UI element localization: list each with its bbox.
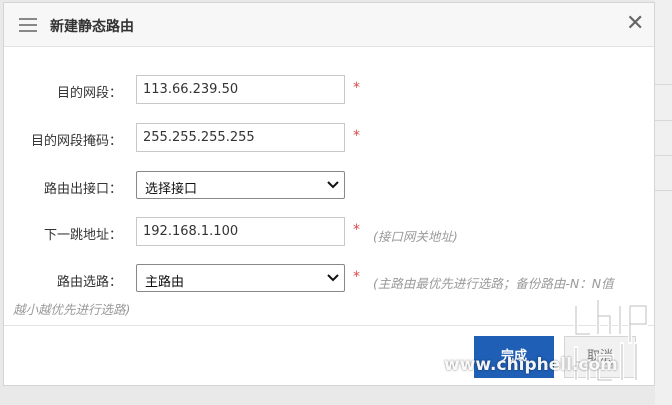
route-type-label: 路由选路： bbox=[56, 275, 122, 290]
dest-network-input[interactable] bbox=[136, 75, 345, 104]
dest-network-row: 目的网段： * bbox=[4, 75, 654, 107]
chevron-down-icon bbox=[327, 181, 339, 189]
out-interface-row: 路由出接口： 选择接口 bbox=[4, 171, 654, 203]
required-mark: * bbox=[353, 269, 360, 285]
route-type-select[interactable]: 主路由 bbox=[136, 264, 345, 292]
route-type-selected: 主路由 bbox=[145, 275, 185, 290]
background-divider bbox=[655, 84, 672, 85]
route-type-hint: (主路由最优先进行选路；备份路由-N：N值 bbox=[373, 276, 614, 291]
dest-mask-row: 目的网段掩码： * bbox=[4, 123, 654, 155]
dialog-header: 新建静态路由 ✕ bbox=[4, 3, 654, 47]
next-hop-hint: (接口网关地址) bbox=[373, 229, 458, 244]
menu-icon bbox=[19, 18, 37, 32]
dest-network-label: 目的网段： bbox=[56, 86, 122, 101]
dialog-title: 新建静态路由 bbox=[50, 19, 134, 35]
required-mark: * bbox=[353, 80, 360, 96]
background-divider bbox=[655, 155, 672, 156]
static-route-dialog: 新建静态路由 ✕ 目的网段： * 目的网段掩码： * 路由出接口： 选择接口 下… bbox=[3, 2, 655, 386]
background-divider bbox=[655, 190, 672, 191]
route-type-row: 路由选路： 主路由 * (主路由最优先进行选路；备份路由-N：N值 bbox=[4, 264, 654, 296]
dest-mask-label: 目的网段掩码： bbox=[30, 134, 122, 149]
out-interface-selected: 选择接口 bbox=[145, 182, 198, 197]
next-hop-row: 下一跳地址： * (接口网关地址) bbox=[4, 217, 654, 249]
next-hop-label: 下一跳地址： bbox=[43, 228, 122, 243]
background-divider bbox=[655, 120, 672, 121]
required-mark: * bbox=[353, 222, 360, 238]
required-mark: * bbox=[353, 128, 360, 144]
dest-mask-input[interactable] bbox=[136, 123, 345, 152]
close-icon[interactable]: ✕ bbox=[626, 13, 644, 35]
chevron-down-icon bbox=[327, 274, 339, 282]
footer-divider bbox=[4, 325, 654, 326]
next-hop-input[interactable] bbox=[136, 217, 345, 246]
out-interface-label: 路由出接口： bbox=[43, 182, 122, 197]
watermark-text: www.chiphell.com bbox=[444, 355, 618, 375]
out-interface-select[interactable]: 选择接口 bbox=[136, 171, 345, 199]
route-type-hint-continued: 越小越优先进行选路) bbox=[13, 302, 131, 317]
